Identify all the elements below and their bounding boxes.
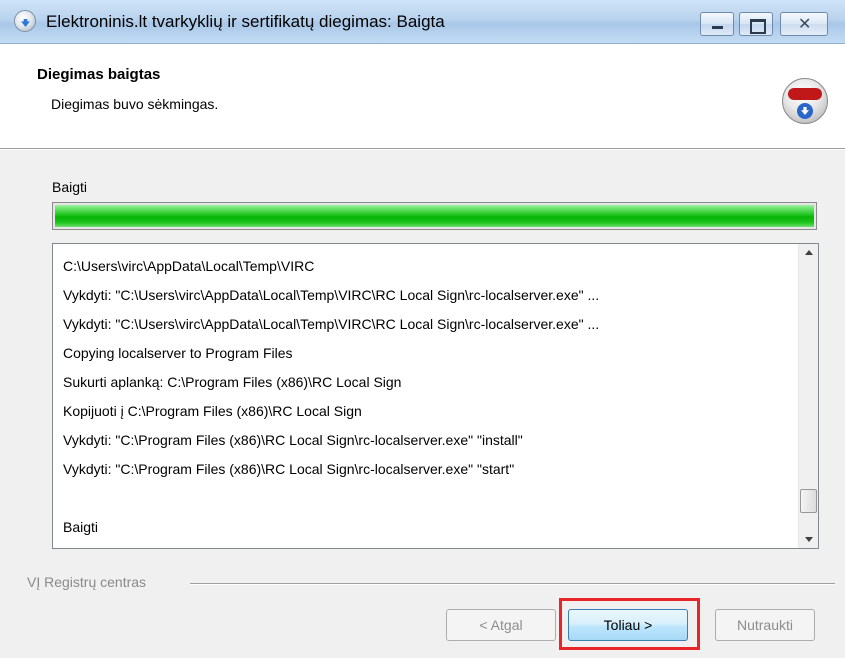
next-button[interactable]: Toliau > xyxy=(568,609,688,641)
branding-text: VĮ Registrų centras xyxy=(27,574,147,590)
log-line: C:\Users\virc\AppData\Local\Temp\VIRC xyxy=(63,258,315,274)
close-button[interactable]: ✕ xyxy=(780,12,828,36)
window-title: Elektroninis.lt tvarkyklių ir sertifikat… xyxy=(46,12,445,31)
log-line: Baigti xyxy=(63,519,99,535)
page-subtitle: Diegimas buvo sėkmingas. xyxy=(51,96,219,112)
minimize-button[interactable] xyxy=(700,12,734,36)
window-titlebar[interactable]: Elektroninis.lt tvarkyklių ir sertifikat… xyxy=(0,0,845,44)
maximize-button[interactable] xyxy=(739,12,773,36)
badge-icon xyxy=(788,88,822,100)
download-arrow-icon xyxy=(797,103,813,119)
progress-bar xyxy=(52,202,817,230)
log-line: Vykdyti: "C:\Program Files (x86)\RC Loca… xyxy=(63,461,515,477)
scroll-up-arrow-icon[interactable] xyxy=(799,244,818,261)
cancel-button[interactable]: Nutraukti xyxy=(715,609,815,641)
page-title: Diegimas baigtas xyxy=(37,66,161,83)
log-lines: C:\Users\virc\AppData\Local\Temp\VIRC Vy… xyxy=(63,252,788,542)
install-log-list[interactable]: C:\Users\virc\AppData\Local\Temp\VIRC Vy… xyxy=(52,243,819,549)
scroll-down-arrow-icon[interactable] xyxy=(799,531,818,548)
log-line: Vykdyti: "C:\Program Files (x86)\RC Loca… xyxy=(63,432,523,448)
installer-app-icon xyxy=(14,10,36,32)
close-icon: ✕ xyxy=(798,14,812,33)
back-button[interactable]: < Atgal xyxy=(446,609,556,641)
progress-bar-fill xyxy=(55,205,814,227)
log-line-blank xyxy=(63,484,788,513)
branding-divider xyxy=(190,583,835,585)
log-scrollbar[interactable] xyxy=(798,244,818,548)
progress-status-label: Baigti xyxy=(52,179,88,195)
log-line: Copying localserver to Program Files xyxy=(63,345,293,361)
scrollbar-thumb[interactable] xyxy=(800,489,817,513)
log-line: Vykdyti: "C:\Users\virc\AppData\Local\Te… xyxy=(63,287,600,303)
installer-icon xyxy=(782,78,828,124)
log-line: Sukurti aplanką: C:\Program Files (x86)\… xyxy=(63,374,402,390)
log-line: Vykdyti: "C:\Users\virc\AppData\Local\Te… xyxy=(63,316,600,332)
log-line: Kopijuoti į C:\Program Files (x86)\RC Lo… xyxy=(63,403,362,419)
